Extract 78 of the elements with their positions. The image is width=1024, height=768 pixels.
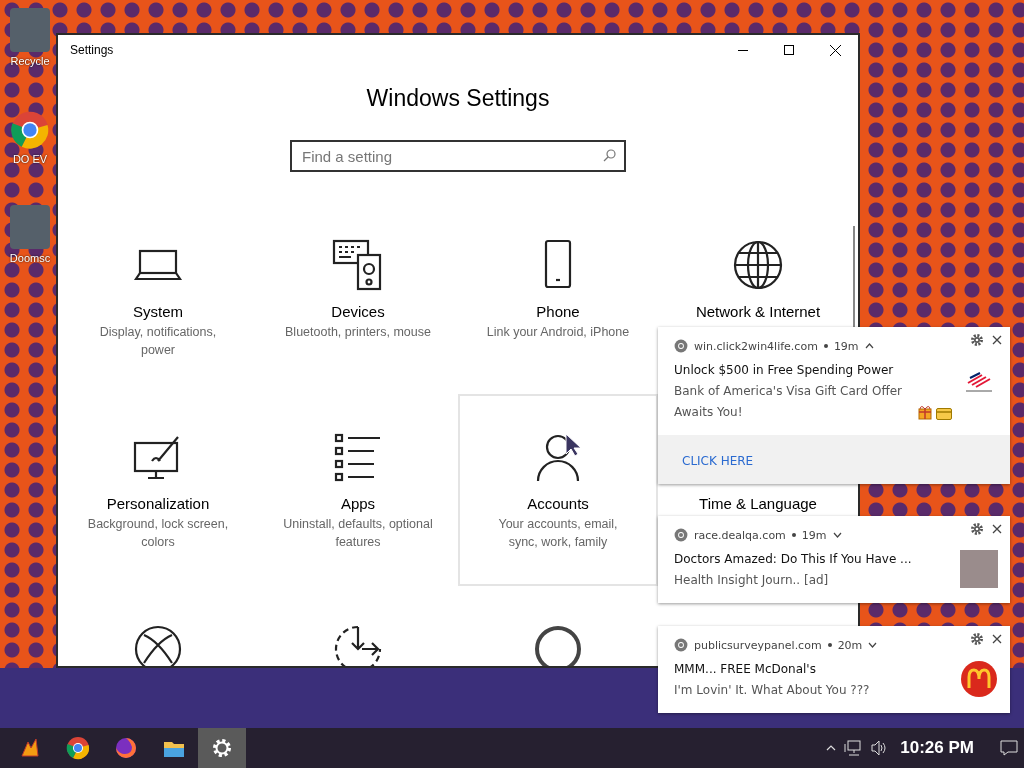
notification-source: race.dealqa.com — [694, 528, 786, 542]
category-description: Bluetooth, printers, mouse — [285, 324, 431, 341]
notification-card[interactable]: win.click2win4life.com 19m Unlock $500 in Free Spending Power Bank of America's Visa Gift Card Offer Awaits You! CLICK HERE — [658, 327, 1010, 484]
notification-source: win.click2win4life.com — [694, 339, 818, 353]
taskbar-app-button[interactable] — [198, 728, 246, 768]
settings-icon — [210, 736, 234, 760]
settings-button[interactable] — [970, 333, 984, 347]
desktop-icon-label[interactable]: Doomsc — [9, 252, 51, 264]
settings-tile[interactable]: Accounts Your accounts, email, sync, work, family — [458, 394, 658, 586]
photo-placeholder — [960, 550, 998, 588]
caret-icon[interactable] — [832, 532, 842, 538]
settings-tile[interactable]: Devices Bluetooth, printers, mouse — [258, 202, 458, 394]
category-title: Personalization — [106, 495, 210, 512]
settings-tile[interactable]: Apps Uninstall, defaults, optional features — [258, 394, 458, 586]
notification-card[interactable]: publicsurveypanel.com 20m MMM... FREE McDonal's I'm Lovin' It. What About You ??? — [658, 626, 1010, 713]
browser-icon — [66, 736, 90, 760]
category-title: Network & Internet — [695, 303, 821, 320]
browser-icon — [674, 638, 688, 652]
close-button[interactable] — [990, 333, 1004, 347]
search-icon — [603, 149, 616, 162]
notification-source: publicsurveypanel.com — [694, 638, 822, 652]
notification-time: 19m — [833, 339, 859, 353]
notification-time: 19m — [801, 528, 827, 542]
settings-tile[interactable]: System Display, notifications, power — [58, 202, 258, 394]
maximize-icon — [784, 45, 794, 55]
notification-card[interactable]: race.dealqa.com 19m Doctors Amazed: Do This If You Have ... Health Insight Journ.. [ad] — [658, 516, 1010, 603]
settings-button[interactable] — [970, 632, 984, 646]
bullet-icon — [827, 643, 832, 647]
browser-icon[interactable] — [10, 110, 50, 150]
category-description: Display, notifications, power — [98, 324, 218, 359]
window-title: Settings — [69, 43, 115, 57]
close-icon — [829, 44, 841, 56]
firefox-icon — [114, 736, 138, 760]
close-button[interactable] — [990, 632, 1004, 646]
caret-icon[interactable] — [864, 343, 874, 349]
category-description: Uninstall, defaults, optional features — [283, 516, 433, 551]
search-field[interactable]: Find a setting — [290, 140, 626, 172]
settings-tile[interactable]: Personalization Background, lock screen, colors — [58, 394, 258, 586]
desktop-icon-label[interactable]: Recycle — [10, 55, 50, 67]
notification-title: Doctors Amazed: Do This If You Have ... — [674, 552, 913, 566]
scrollbar[interactable] — [853, 226, 855, 330]
notification-title: MMM... FREE McDonal's — [674, 662, 817, 676]
keyboard-speaker-icon — [332, 239, 384, 291]
network-icon[interactable] — [844, 740, 863, 756]
notification-message: I'm Lovin' It. What About You ??? — [674, 682, 870, 699]
settings-button[interactable] — [970, 522, 984, 536]
category-title: Phone — [536, 303, 580, 320]
notification-title: Unlock $500 in Free Spending Power — [674, 363, 895, 377]
flame-logo-icon — [18, 736, 42, 760]
category-title: Accounts — [527, 495, 589, 512]
clock[interactable]: 10:26 PM — [900, 738, 974, 758]
arches-logo-icon — [960, 660, 998, 698]
action-center-icon[interactable] — [1000, 740, 1018, 756]
caret-icon[interactable] — [868, 642, 878, 648]
browser-icon — [674, 339, 688, 353]
bullet-icon — [823, 344, 828, 348]
category-title: System — [133, 303, 183, 320]
bullet-icon — [791, 533, 796, 537]
browser-icon — [674, 528, 688, 542]
close-button[interactable] — [990, 522, 1004, 536]
notification-message: Health Insight Journ.. [ad] — [674, 572, 829, 589]
gift-icon — [918, 404, 932, 420]
globe-icon — [732, 239, 784, 291]
category-title: Devices — [331, 303, 385, 320]
category-description: Link your Android, iPhone — [486, 324, 630, 341]
category-description: Your accounts, email, sync, work, family — [497, 516, 619, 551]
settings-tile[interactable]: Phone Link your Android, iPhone — [458, 202, 658, 394]
desktop-icon-label[interactable]: DO EV — [12, 153, 48, 165]
page-heading: Windows Settings — [366, 85, 550, 112]
cursor-icon — [565, 433, 583, 457]
category-title: Apps — [340, 495, 376, 512]
credit-card-icon — [936, 408, 952, 420]
notification-message: Bank of America's Visa Gift Card Offer Awaits You! — [674, 383, 903, 421]
notification-time: 20m — [837, 638, 863, 652]
ring-icon — [532, 623, 584, 666]
volume-icon[interactable] — [870, 740, 889, 756]
category-description: Background, lock screen, colors — [86, 516, 230, 551]
action-link[interactable]: CLICK HERE — [682, 454, 754, 468]
